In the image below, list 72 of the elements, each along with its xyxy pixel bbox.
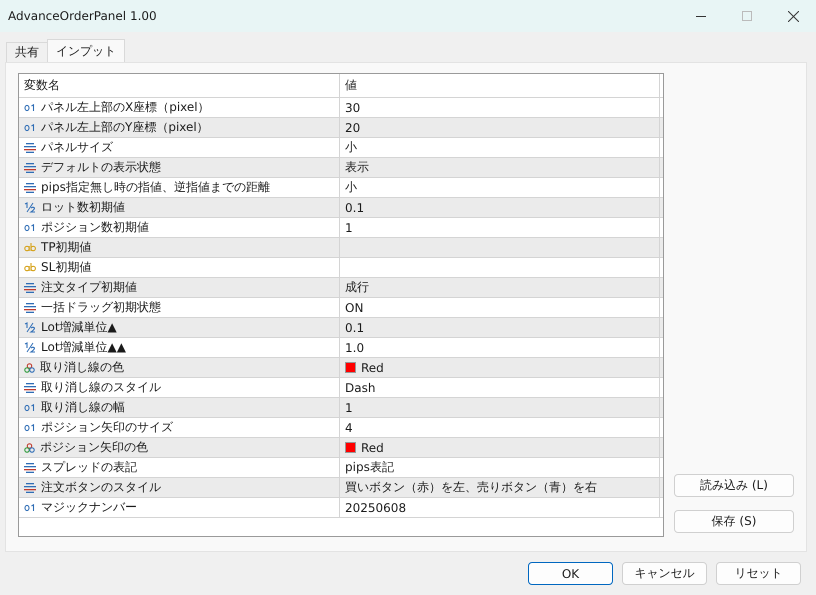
integer-icon <box>24 503 36 512</box>
window-title: AdvanceOrderPanel 1.00 <box>8 9 158 23</box>
integer-icon <box>24 103 36 112</box>
value-cell[interactable]: 30 <box>345 100 360 114</box>
variable-name: SL初期値 <box>41 259 92 276</box>
fraction-icon <box>24 322 36 333</box>
variable-name: pips指定無し時の指値、逆指値までの距離 <box>41 179 270 196</box>
value-cell[interactable]: 4 <box>345 420 353 434</box>
variable-name: 取り消し線の幅 <box>41 399 125 416</box>
list-icon <box>24 482 36 492</box>
variable-name: マジックナンバー <box>41 499 137 516</box>
value-cell[interactable]: ON <box>345 300 364 314</box>
value-cell[interactable]: 表示 <box>345 159 369 176</box>
tab[interactable]: 共有 <box>6 42 48 62</box>
text-type-icon <box>24 263 36 272</box>
side-button[interactable]: 読み込み (L) <box>674 474 794 497</box>
variable-name: パネル左上部のY座標（pixel） <box>41 119 209 136</box>
value-cell[interactable]: 成行 <box>345 279 369 296</box>
list-icon <box>24 182 36 192</box>
variable-name: Lot増減単位▲ <box>41 319 117 336</box>
column-header[interactable]: 変数名 <box>19 74 340 97</box>
list-icon <box>24 462 36 472</box>
value-cell[interactable]: Red <box>361 360 384 374</box>
column-header[interactable]: 値 <box>340 74 660 97</box>
variable-name: TP初期値 <box>41 239 92 256</box>
side-button[interactable]: 保存 (S) <box>674 510 794 533</box>
value-cell[interactable]: Red <box>361 440 384 454</box>
variable-name: 注文ボタンのスタイル <box>41 479 161 496</box>
integer-icon <box>24 423 36 432</box>
value-cell[interactable]: pips表記 <box>345 459 394 476</box>
variable-name: ポジション矢印のサイズ <box>41 419 173 436</box>
integer-icon <box>24 223 36 232</box>
integer-icon <box>24 123 36 132</box>
value-cell[interactable]: 1.0 <box>345 340 364 354</box>
value-cell[interactable]: 20250608 <box>345 500 406 514</box>
palette-icon <box>24 442 35 452</box>
value-cell[interactable]: 小 <box>345 179 357 196</box>
list-icon <box>24 382 36 392</box>
variable-name: パネルサイズ <box>41 139 113 156</box>
list-icon <box>24 282 36 292</box>
dialog-button[interactable]: OK <box>528 562 613 585</box>
variable-name: パネル左上部のX座標（pixel） <box>41 99 210 116</box>
list-icon <box>24 162 36 172</box>
variable-name: Lot増減単位▲▲ <box>41 339 126 356</box>
variable-name: ポジション数初期値 <box>41 219 149 236</box>
close-icon[interactable] <box>788 10 798 22</box>
fraction-icon <box>24 202 36 213</box>
dialog-button[interactable]: リセット <box>716 562 801 585</box>
integer-icon <box>24 403 36 412</box>
value-cell[interactable]: 20 <box>345 120 360 134</box>
variable-name: ロット数初期値 <box>41 199 125 216</box>
value-cell[interactable]: 1 <box>345 220 353 234</box>
tab[interactable]: インプット <box>47 39 125 62</box>
variable-name: 取り消し線の色 <box>40 359 124 376</box>
value-cell[interactable]: 0.1 <box>345 200 364 214</box>
text-type-icon <box>24 243 36 252</box>
dialog-button[interactable]: キャンセル <box>622 562 707 585</box>
variable-name: スプレッドの表記 <box>41 459 137 476</box>
variable-name: 一括ドラッグ初期状態 <box>41 299 161 316</box>
value-cell[interactable]: 小 <box>345 139 357 156</box>
fraction-icon <box>24 342 36 353</box>
value-cell[interactable]: 買いボタン（赤）を左、売りボタン（青）を右 <box>345 479 597 496</box>
variable-name: 取り消し線のスタイル <box>41 379 161 396</box>
variable-name: ポジション矢印の色 <box>40 439 148 456</box>
value-cell[interactable]: 1 <box>345 400 353 414</box>
value-cell[interactable]: 0.1 <box>345 320 364 334</box>
variable-name: 注文タイプ初期値 <box>41 279 137 296</box>
list-icon <box>24 142 36 152</box>
palette-icon <box>24 362 35 372</box>
list-icon <box>24 302 36 312</box>
variable-name: デフォルトの表示状態 <box>41 159 161 176</box>
value-cell[interactable]: Dash <box>345 380 376 394</box>
